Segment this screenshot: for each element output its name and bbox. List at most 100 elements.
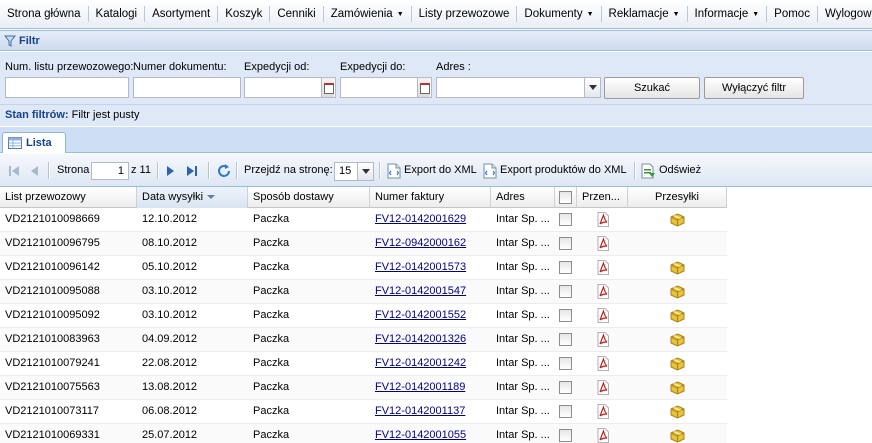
tab-strip: Lista [0, 127, 872, 153]
row-checkbox[interactable] [559, 381, 572, 394]
cell-ship-date: 03.10.2012 [142, 285, 198, 297]
menu-item-label: Pomoc [774, 8, 810, 20]
select-all-checkbox[interactable] [559, 191, 572, 204]
last-page-icon[interactable] [187, 166, 197, 176]
clear-filter-button[interactable]: Wyłączyć filtr [704, 77, 804, 99]
parcel-icon[interactable] [670, 328, 686, 352]
chevron-down-icon[interactable] [584, 78, 600, 97]
invoice-link[interactable]: FV12-0942000162 [375, 237, 466, 249]
menu-item[interactable]: Strona główna [0, 6, 89, 22]
row-checkbox[interactable] [559, 213, 572, 226]
main-menu: Strona główna Katalogi Asortyment Koszyk Cen… [0, 0, 872, 29]
cell-delivery: Paczka [253, 261, 290, 273]
address-select[interactable] [436, 77, 601, 98]
cell-delivery: Paczka [253, 333, 290, 345]
previous-page-icon[interactable] [30, 166, 38, 176]
page-number-input[interactable]: 1 [91, 162, 129, 180]
cell-invoice: FV12-0142001326 [370, 328, 491, 352]
menu-item[interactable]: Reklamacje ▼ [602, 6, 688, 22]
search-button[interactable]: Szukać [604, 77, 700, 99]
pdf-icon[interactable] [597, 424, 611, 443]
menu-item[interactable]: Informacje ▼ [688, 6, 768, 22]
parcel-icon[interactable] [670, 424, 686, 443]
column-header-transfer[interactable]: Przen... [577, 187, 628, 208]
cell-ship-date: 03.10.2012 [142, 309, 198, 321]
xml-export-icon[interactable] [387, 163, 401, 179]
parcel-icon[interactable] [670, 304, 686, 328]
menu-item[interactable]: Dokumenty ▼ [517, 6, 602, 22]
row-checkbox[interactable] [559, 357, 572, 370]
parcel-icon[interactable] [670, 376, 686, 400]
column-header-select-all[interactable] [555, 187, 577, 208]
invoice-link[interactable]: FV12-0142001055 [375, 429, 466, 441]
calendar-icon[interactable] [417, 78, 430, 97]
export-products-xml-button[interactable]: Export produktów do XML [500, 154, 627, 187]
xml-export-icon[interactable] [483, 163, 497, 179]
invoice-link[interactable]: FV12-0142001573 [375, 261, 466, 273]
pdf-icon[interactable] [597, 328, 611, 352]
parcel-icon[interactable] [670, 400, 686, 424]
cell-invoice: FV12-0142001189 [370, 376, 491, 400]
column-header-delivery[interactable]: Sposób dostawy [248, 187, 370, 208]
parcel-icon[interactable] [670, 208, 686, 232]
cell-address: Intar Sp. ... [496, 405, 550, 417]
pdf-icon[interactable] [597, 208, 611, 232]
pdf-icon[interactable] [597, 280, 611, 304]
invoice-link[interactable]: FV12-0142001242 [375, 357, 466, 369]
grid-icon [8, 137, 22, 149]
refresh-sheet-icon[interactable] [641, 163, 656, 179]
column-header-ship-date[interactable]: Data wysyłki [137, 187, 248, 208]
menu-item[interactable]: Cenniki [270, 6, 324, 22]
pdf-icon[interactable] [597, 232, 611, 256]
row-checkbox[interactable] [559, 333, 572, 346]
menu-item[interactable]: Koszyk [218, 6, 271, 22]
cell-waybill: VD2121010098669 [5, 213, 100, 225]
next-page-icon[interactable] [167, 166, 175, 176]
document-number-input[interactable] [133, 77, 241, 98]
column-header-invoice[interactable]: Numer faktury [370, 187, 491, 208]
cell-delivery: Paczka [253, 429, 290, 441]
invoice-link[interactable]: FV12-0142001137 [375, 405, 465, 417]
row-checkbox[interactable] [559, 285, 572, 298]
menu-item[interactable]: Asortyment [145, 6, 219, 22]
row-checkbox[interactable] [559, 309, 572, 322]
waybill-number-input[interactable] [5, 77, 129, 98]
pdf-icon[interactable] [597, 376, 611, 400]
export-xml-button[interactable]: Export do XML [404, 154, 477, 187]
pdf-icon[interactable] [597, 256, 611, 280]
menu-item[interactable]: Pomoc [767, 6, 818, 22]
parcel-icon[interactable] [670, 352, 686, 376]
parcel-icon[interactable] [670, 280, 686, 304]
pdf-icon[interactable] [597, 304, 611, 328]
menu-item[interactable]: Wylogować [818, 6, 872, 22]
invoice-link[interactable]: FV12-0142001552 [375, 309, 466, 321]
first-page-icon[interactable] [9, 166, 19, 176]
refresh-icon[interactable] [216, 163, 232, 179]
row-checkbox[interactable] [559, 237, 572, 250]
invoice-link[interactable]: FV12-0142001629 [375, 213, 466, 225]
parcel-icon[interactable] [670, 256, 686, 280]
row-checkbox[interactable] [559, 405, 572, 418]
cell-invoice: FV12-0142001137 [370, 400, 491, 424]
invoice-link[interactable]: FV12-0142001326 [375, 333, 466, 345]
chevron-down-icon[interactable] [357, 163, 373, 180]
column-header-address[interactable]: Adres [491, 187, 555, 208]
tab-list[interactable]: Lista [2, 132, 66, 153]
invoice-link[interactable]: FV12-0142001189 [375, 381, 465, 393]
toolbar-separator [634, 162, 636, 179]
menu-item[interactable]: Katalogi [89, 6, 146, 22]
refresh-button[interactable]: Odśwież [659, 154, 701, 187]
pdf-icon[interactable] [597, 352, 611, 376]
menu-item[interactable]: Listy przewozowe [412, 6, 518, 22]
menu-item[interactable]: Zamówienia ▼ [324, 6, 412, 22]
row-checkbox[interactable] [559, 261, 572, 274]
invoice-link[interactable]: FV12-0142001547 [375, 285, 466, 297]
calendar-icon[interactable] [321, 78, 334, 97]
filter-panel-header[interactable]: Filtr [0, 30, 872, 51]
shipped-from-label: Expedycji od: [244, 61, 310, 73]
goto-page-select[interactable]: 15 [334, 162, 374, 181]
column-header-waybill[interactable]: List przewozowy [0, 187, 137, 208]
pdf-icon[interactable] [597, 400, 611, 424]
row-checkbox[interactable] [559, 429, 572, 442]
column-header-parcels[interactable]: Przesyłki [628, 187, 727, 208]
